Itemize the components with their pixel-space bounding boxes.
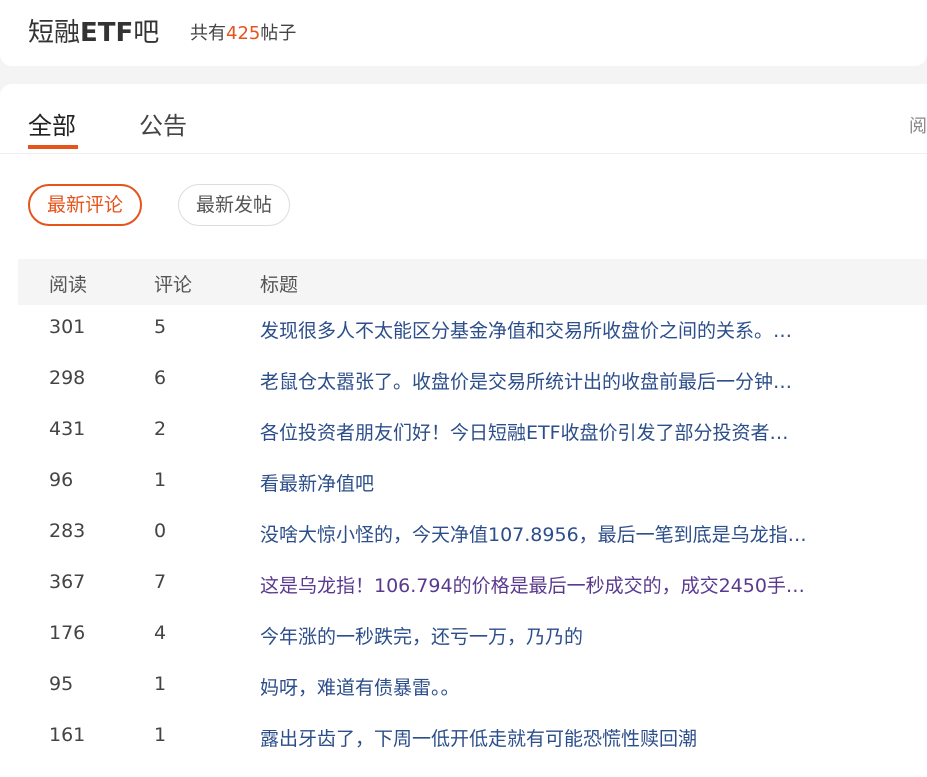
comment-count: 1 bbox=[154, 469, 167, 491]
read-count: 176 bbox=[49, 622, 86, 644]
post-title-link[interactable]: 这是乌龙指！106.794的价格是最后一秒成交的，成交2450手… bbox=[260, 571, 908, 598]
read-count: 431 bbox=[49, 418, 86, 440]
forum-name-bold: ETF bbox=[80, 18, 134, 48]
post-title-link[interactable]: 老鼠仓太嚣张了。收盘价是交易所统计出的收盘前最后一分钟… bbox=[260, 367, 908, 394]
post-title-link[interactable]: 看最新净值吧 bbox=[260, 469, 908, 496]
post-count: 共有425帖子 bbox=[190, 19, 296, 45]
post-count-suffix: 帖子 bbox=[260, 23, 297, 44]
comment-count: 6 bbox=[154, 367, 167, 389]
read-count: 301 bbox=[49, 316, 86, 338]
read-count: 298 bbox=[49, 367, 86, 389]
active-tab-indicator bbox=[28, 145, 78, 149]
comment-count: 4 bbox=[154, 622, 167, 644]
read-count: 95 bbox=[49, 673, 74, 695]
table-header: 阅读 评论 标题 bbox=[18, 259, 927, 305]
post-title-link[interactable]: 各位投资者朋友们好！今日短融ETF收盘价引发了部分投资者… bbox=[260, 418, 908, 445]
table-row: 283 0 没啥大惊小怪的，今天净值107.8956，最后一笔到底是乌龙指… bbox=[0, 509, 927, 560]
comment-count: 1 bbox=[154, 673, 167, 695]
forum-name[interactable]: 短融ETF吧 bbox=[28, 12, 159, 49]
post-title-link[interactable]: 发现很多人不太能区分基金净值和交易所收盘价之间的关系。… bbox=[260, 316, 908, 343]
table-row: 161 1 露出牙齿了，下周一低开低走就有可能恐慌性赎回潮 bbox=[0, 713, 927, 764]
post-title-link[interactable]: 今年涨的一秒跌完，还亏一万，乃乃的 bbox=[260, 622, 908, 649]
comment-count: 5 bbox=[154, 316, 167, 338]
forum-header: 短融ETF吧 共有425帖子 bbox=[0, 0, 927, 66]
table-row: 95 1 妈呀，难道有债暴雷。。 bbox=[0, 662, 927, 713]
comment-count: 1 bbox=[154, 724, 167, 746]
post-count-value: 425 bbox=[226, 23, 261, 44]
forum-name-suffix: 吧 bbox=[133, 18, 160, 48]
sort-latest-comment-button[interactable]: 最新评论 bbox=[28, 184, 143, 226]
post-title-link[interactable]: 露出牙齿了，下周一低开低走就有可能恐慌性赎回潮 bbox=[260, 724, 908, 751]
comment-count: 7 bbox=[154, 571, 167, 593]
post-list-panel: 全部 公告 阅 最新评论 最新发帖 阅读 评论 标题 301 5 发现很多人不太… bbox=[0, 84, 927, 777]
table-row: 96 1 看最新净值吧 bbox=[0, 458, 927, 509]
column-header-comment: 评论 bbox=[154, 274, 193, 296]
comment-count: 0 bbox=[154, 520, 167, 542]
sort-latest-post-button[interactable]: 最新发帖 bbox=[178, 184, 291, 226]
column-header-read: 阅读 bbox=[49, 274, 88, 296]
post-title-link[interactable]: 没啥大惊小怪的，今天净值107.8956，最后一笔到底是乌龙指… bbox=[260, 520, 908, 547]
tab-read-fragment[interactable]: 阅 bbox=[909, 112, 927, 138]
read-count: 96 bbox=[49, 469, 74, 491]
read-count: 367 bbox=[49, 571, 86, 593]
tab-notice[interactable]: 公告 bbox=[139, 106, 187, 141]
table-row: 367 7 这是乌龙指！106.794的价格是最后一秒成交的，成交2450手… bbox=[0, 560, 927, 611]
column-header-title: 标题 bbox=[260, 274, 299, 296]
table-row: 431 2 各位投资者朋友们好！今日短融ETF收盘价引发了部分投资者… bbox=[0, 407, 927, 458]
table-row: 176 4 今年涨的一秒跌完，还亏一万，乃乃的 bbox=[0, 611, 927, 662]
post-count-prefix: 共有 bbox=[190, 23, 226, 44]
post-title-link[interactable]: 妈呀，难道有债暴雷。。 bbox=[260, 673, 908, 700]
table-row: 298 6 老鼠仓太嚣张了。收盘价是交易所统计出的收盘前最后一分钟… bbox=[0, 356, 927, 407]
read-count: 283 bbox=[49, 520, 86, 542]
tab-all[interactable]: 全部 bbox=[28, 106, 76, 141]
tab-bar: 全部 公告 阅 bbox=[0, 84, 927, 154]
forum-name-prefix: 短融 bbox=[28, 18, 81, 48]
read-count: 161 bbox=[49, 724, 86, 746]
comment-count: 2 bbox=[154, 418, 167, 440]
table-row: 301 5 发现很多人不太能区分基金净值和交易所收盘价之间的关系。… bbox=[0, 305, 927, 356]
